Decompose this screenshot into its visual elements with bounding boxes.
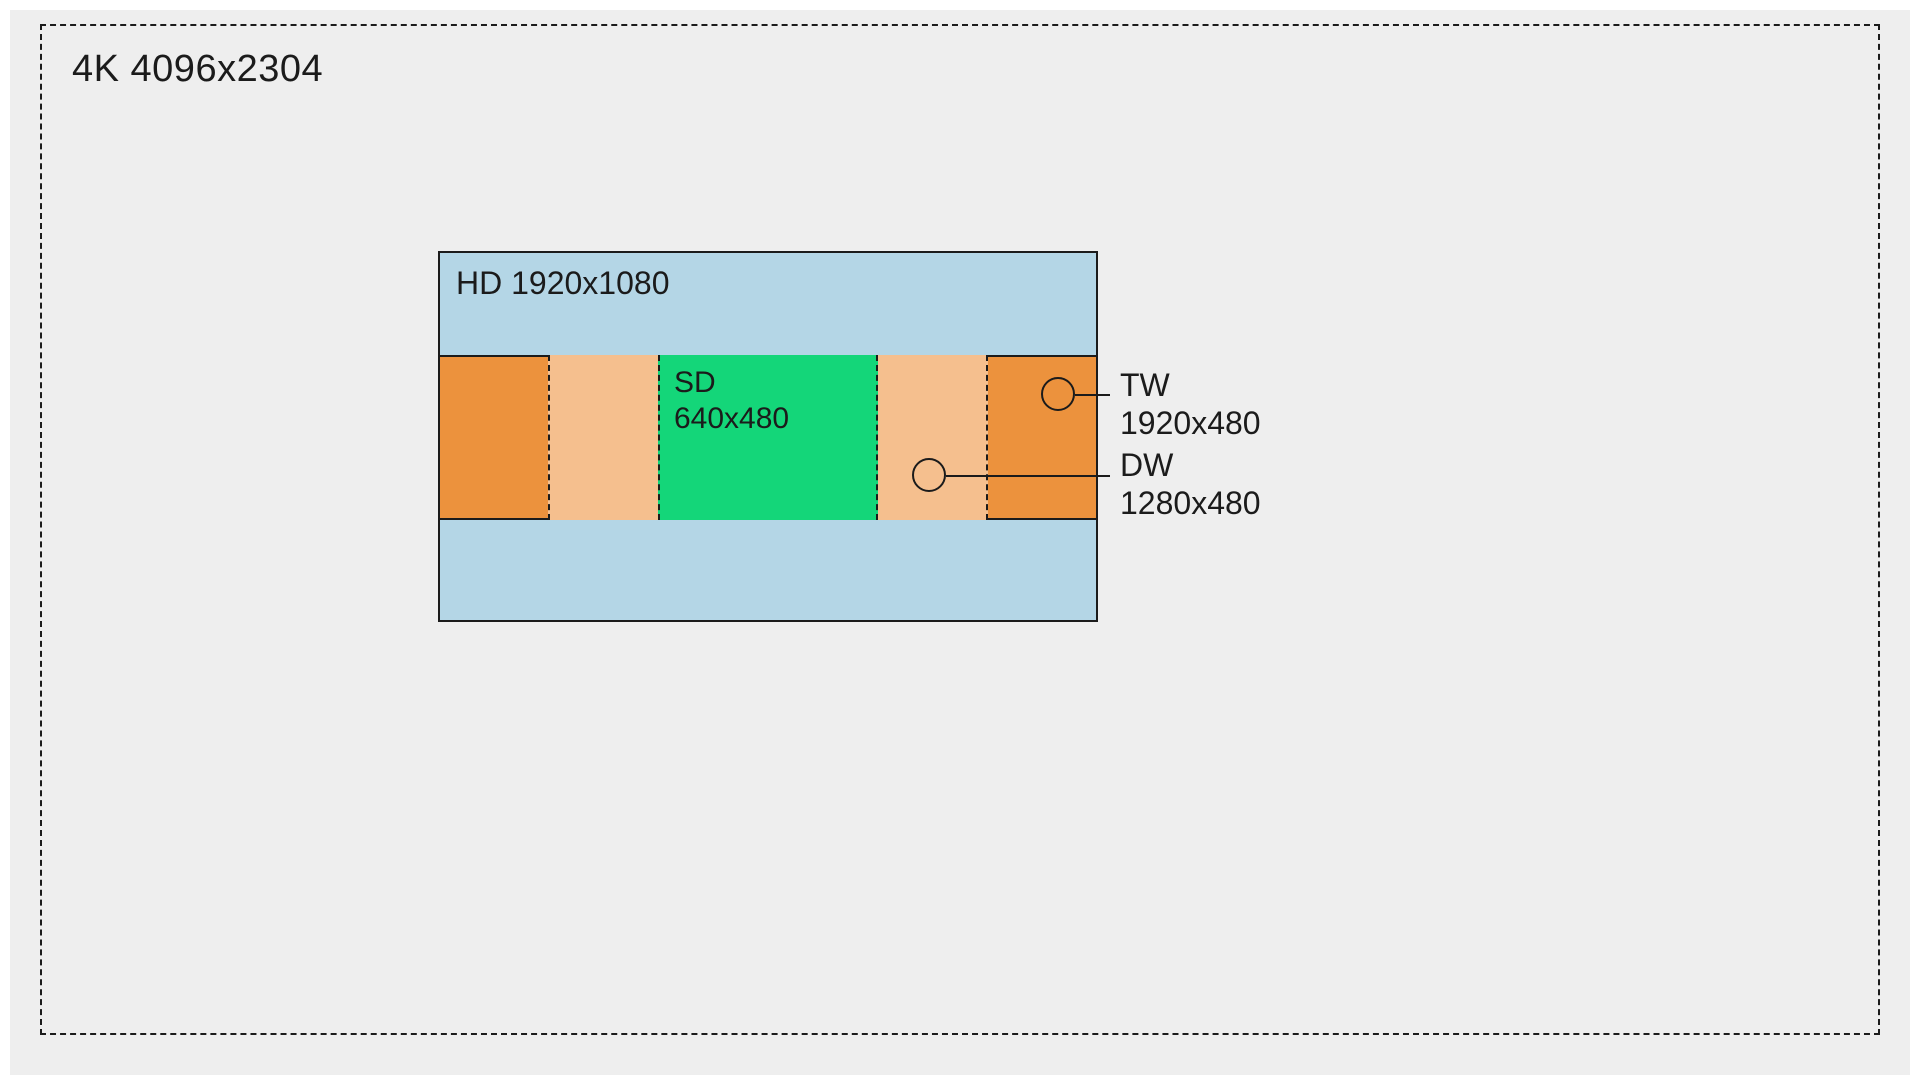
callout-marker-tw	[1041, 377, 1075, 411]
label-4k: 4K 4096x2304	[72, 48, 323, 91]
label-sd: SD 640x480	[674, 365, 789, 437]
callout-marker-dw	[912, 458, 946, 492]
box-4k: 4K 4096x2304 HD 1920x1080 SD 640x480 TW …	[40, 24, 1880, 1035]
label-tw: TW 1920x480	[1120, 366, 1261, 443]
label-sd-line1: SD	[674, 366, 716, 399]
callout-line-dw	[946, 475, 1110, 477]
label-hd: HD 1920x1080	[456, 265, 669, 302]
diagram-canvas: 4K 4096x2304 HD 1920x1080 SD 640x480 TW …	[10, 10, 1910, 1075]
label-sd-line2: 640x480	[674, 402, 789, 435]
label-dw: DW 1280x480	[1120, 446, 1261, 523]
label-dw-line2: 1280x480	[1120, 485, 1261, 521]
box-sd: SD 640x480	[658, 355, 878, 520]
callout-line-tw	[1075, 394, 1110, 396]
label-dw-line1: DW	[1120, 447, 1173, 483]
label-tw-line2: 1920x480	[1120, 405, 1261, 441]
label-tw-line1: TW	[1120, 367, 1170, 403]
